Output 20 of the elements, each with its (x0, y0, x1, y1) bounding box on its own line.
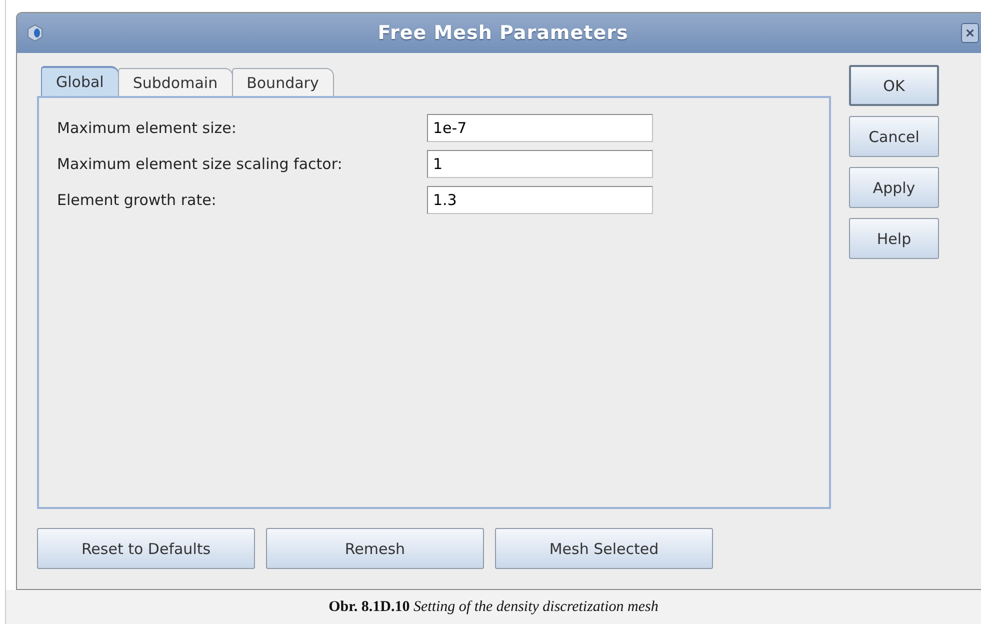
dialog-button[interactable]: Apply (849, 167, 939, 208)
field-label: Maximum element size scaling factor: (57, 155, 344, 173)
action-button[interactable]: Mesh Selected (495, 528, 713, 569)
field-label: Maximum element size: (57, 119, 238, 137)
input-field[interactable]: 1 (427, 150, 653, 178)
action-button[interactable]: Remesh (266, 528, 484, 569)
dialog-button[interactable]: Help (849, 218, 939, 259)
tab[interactable]: Global (41, 66, 119, 96)
input-field[interactable]: 1e-7 (427, 114, 653, 142)
tab[interactable]: Subdomain (118, 68, 233, 96)
field-label: Element growth rate: (57, 191, 218, 209)
dialog-button[interactable]: OK (849, 65, 939, 106)
dialog-button[interactable]: Cancel (849, 116, 939, 157)
cube-icon (25, 23, 45, 43)
window-title: Free Mesh Parameters (376, 22, 630, 44)
action-button[interactable]: Reset to Defaults (37, 528, 255, 569)
tab[interactable]: Boundary (232, 68, 334, 96)
close-button[interactable]: × (961, 23, 979, 43)
input-field[interactable]: 1.3 (427, 186, 653, 214)
figure-caption: Obr. 8.1D.10 Setting of the density discretization mesh (328, 598, 658, 616)
